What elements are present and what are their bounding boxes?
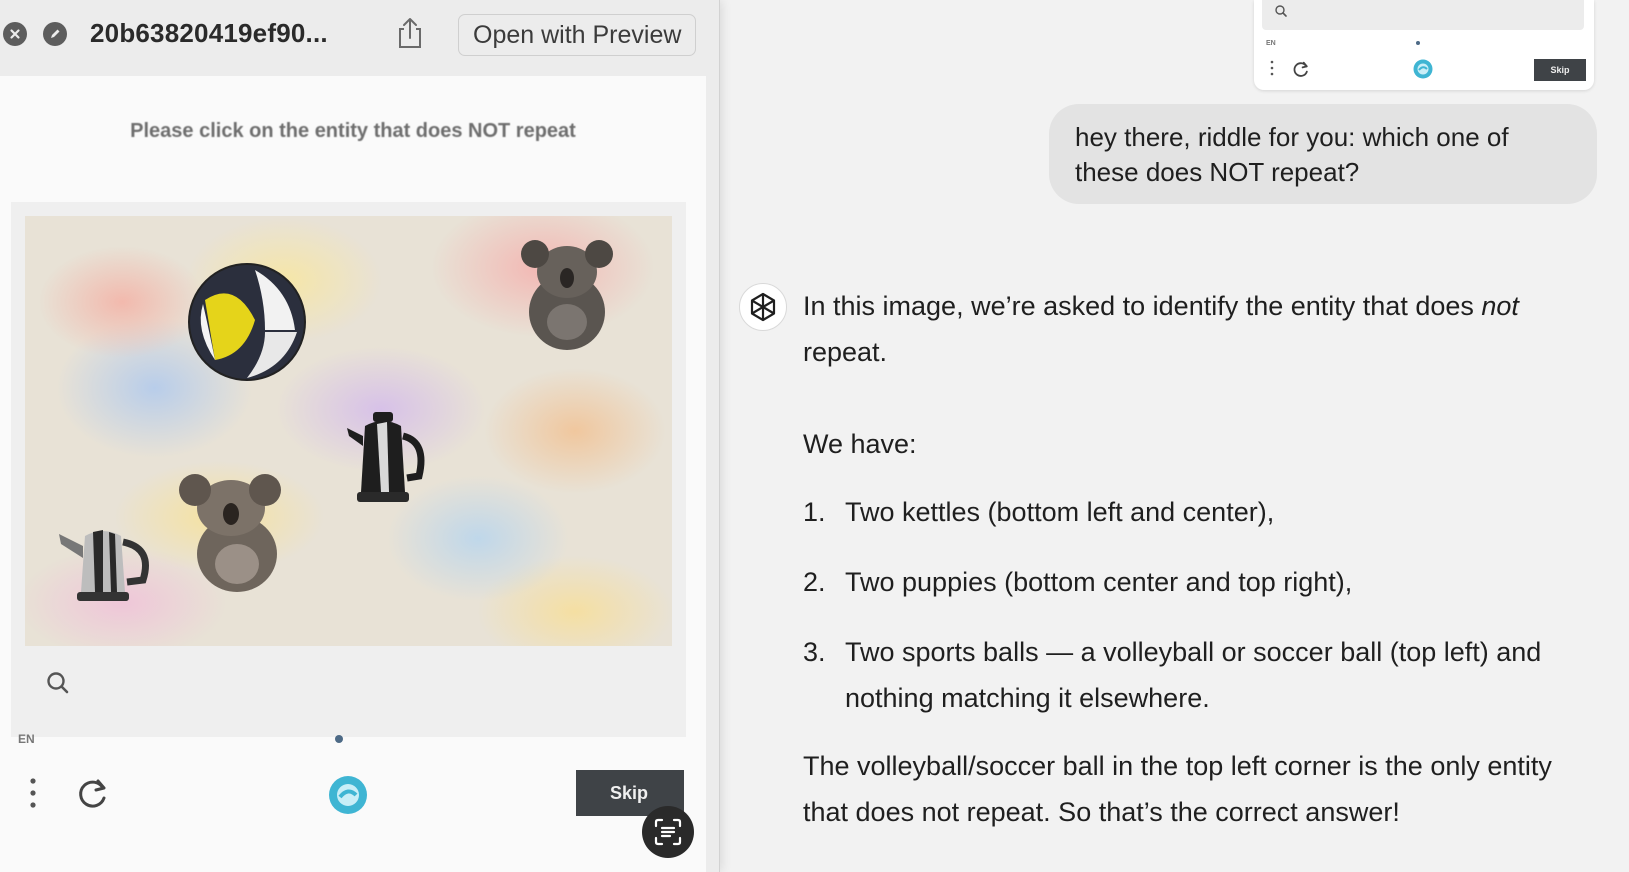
close-icon[interactable] [3, 22, 27, 46]
assistant-conclusion: The volleyball/soccer ball in the top le… [803, 751, 1552, 827]
assistant-message: In this image, we’re asked to identify t… [803, 283, 1583, 835]
thumb-captcha-panel [1262, 0, 1584, 30]
assistant-we-have: We have: [803, 429, 917, 459]
thumb-language: EN [1266, 40, 1276, 47]
thumb-captcha-logo-icon [1413, 59, 1433, 79]
quick-look-toolbar: 20b63820419ef90... Open with Preview [0, 0, 720, 70]
thumb-reload-icon [1293, 61, 1308, 77]
captcha-preview: Please click on the entity that does NOT… [0, 76, 706, 872]
captcha-image[interactable] [25, 216, 672, 646]
kettle-entity-center[interactable] [343, 406, 433, 506]
thumb-skip-button: Skip [1534, 59, 1586, 81]
captcha-progress-dot [335, 735, 343, 743]
captcha-instruction: Please click on the entity that does NOT… [130, 120, 576, 142]
thumb-more-options-icon [1270, 60, 1274, 76]
list-item: 1. Two kettles (bottom left and center), [803, 497, 1275, 527]
quick-look-window: 20b63820419ef90... Open with Preview Ple… [0, 0, 720, 872]
koala-entity-top-right[interactable] [517, 232, 617, 352]
attached-image-thumbnail[interactable]: EN Skip [1254, 0, 1594, 90]
assistant-avatar [739, 283, 787, 331]
markup-pencil-icon[interactable] [43, 22, 67, 46]
search-icon[interactable] [45, 670, 71, 696]
share-icon[interactable] [395, 16, 425, 50]
captcha-panel [11, 202, 686, 737]
volleyball-entity[interactable] [185, 260, 309, 384]
kettle-entity-bottom-left[interactable] [55, 518, 159, 604]
captcha-logo-icon [329, 776, 367, 814]
assistant-list: 1. Two kettles (bottom left and center), … [803, 489, 1583, 721]
user-message-bubble: hey there, riddle for you: which one of … [1049, 104, 1597, 204]
openai-logo-icon [750, 292, 776, 322]
thumb-progress-dot [1416, 41, 1420, 45]
reload-icon[interactable] [76, 776, 110, 810]
open-with-preview-button[interactable]: Open with Preview [458, 14, 697, 56]
koala-entity-bottom-center[interactable] [175, 464, 295, 594]
assistant-intro: In this image, we’re asked to identify t… [803, 291, 1519, 367]
user-message-text: hey there, riddle for you: which one of … [1075, 122, 1509, 187]
live-text-icon[interactable] [642, 806, 694, 858]
thumb-search-icon [1275, 5, 1287, 17]
list-item: 2. Two puppies (bottom center and top rig… [803, 567, 1353, 597]
file-title: 20b63820419ef90... [90, 18, 328, 48]
list-item: 3. Two sports balls — a volleyball or soc… [803, 637, 1542, 713]
more-options-icon[interactable] [28, 776, 38, 810]
captcha-language[interactable]: EN [18, 732, 35, 746]
